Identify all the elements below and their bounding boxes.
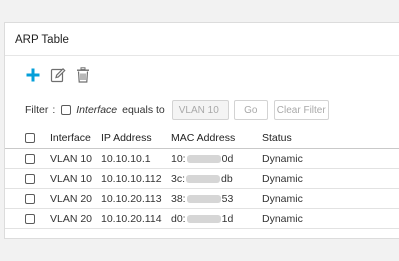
row-checkbox[interactable] xyxy=(25,214,35,224)
add-button[interactable] xyxy=(25,67,41,83)
mac-suffix: 53 xyxy=(221,193,234,205)
filter-field-name: Interface xyxy=(76,104,118,116)
filter-value-input[interactable]: VLAN 10 xyxy=(171,100,229,120)
filter-label: Filter xyxy=(25,104,49,116)
table-row[interactable]: VLAN 20 10.10.20.113 38: 53 Dynamic xyxy=(5,189,399,209)
mac-suffix: 1d xyxy=(221,213,234,225)
panel-title: ARP Table xyxy=(15,34,69,46)
ip-address-cell: 10.10.10.112 xyxy=(101,173,162,185)
filter-operator: equals to xyxy=(122,104,165,116)
redacted-mask xyxy=(186,215,221,223)
mac-address-cell: 10: 0d xyxy=(171,149,233,169)
mac-address-cell: 3c: db xyxy=(171,169,233,189)
column-header-status[interactable]: Status xyxy=(262,127,292,149)
column-header-mac-address[interactable]: MAC Address xyxy=(171,127,235,149)
redacted-mask xyxy=(186,175,221,183)
clear-filter-button[interactable]: Clear Filter xyxy=(273,100,329,120)
toolbar xyxy=(25,66,100,84)
mac-address-cell: d0: 1d xyxy=(171,209,233,229)
select-all-checkbox[interactable] xyxy=(25,133,35,143)
redacted-mask xyxy=(186,155,221,163)
table-row[interactable]: VLAN 10 10.10.10.1 10: 0d Dynamic xyxy=(5,149,399,169)
title-divider xyxy=(5,55,399,56)
status-cell: Dynamic xyxy=(262,213,303,225)
plus-icon xyxy=(26,68,40,82)
status-cell: Dynamic xyxy=(262,193,303,205)
mac-suffix: 0d xyxy=(221,153,234,165)
table-row[interactable]: VLAN 10 10.10.10.112 3c: db Dynamic xyxy=(5,169,399,189)
go-button[interactable]: Go xyxy=(233,100,268,120)
interface-cell: VLAN 10 xyxy=(50,153,93,165)
mac-address-cell: 38: 53 xyxy=(171,189,233,209)
arp-table-panel: ARP Table Filter: Interface equals to V… xyxy=(4,22,399,239)
mac-prefix: 3c: xyxy=(171,173,186,185)
status-cell: Dynamic xyxy=(262,173,303,185)
redacted-mask xyxy=(186,195,221,203)
table-header-row: Interface IP Address MAC Address Status xyxy=(5,127,399,149)
filter-enable-checkbox[interactable] xyxy=(61,105,72,115)
ip-address-cell: 10.10.10.1 xyxy=(101,153,151,165)
mac-prefix: d0: xyxy=(171,213,186,225)
interface-cell: VLAN 10 xyxy=(50,173,93,185)
status-cell: Dynamic xyxy=(262,153,303,165)
mac-suffix: db xyxy=(221,173,233,185)
arp-table: Interface IP Address MAC Address Status … xyxy=(5,127,399,229)
filter-colon: : xyxy=(52,104,56,116)
ip-address-cell: 10.10.20.113 xyxy=(101,193,162,205)
column-header-ip-address[interactable]: IP Address xyxy=(101,127,152,149)
edit-icon xyxy=(50,67,66,83)
row-checkbox[interactable] xyxy=(25,174,35,184)
mac-prefix: 38: xyxy=(171,193,186,205)
trash-icon xyxy=(77,67,89,83)
ip-address-cell: 10.10.20.114 xyxy=(101,213,162,225)
row-checkbox[interactable] xyxy=(25,194,35,204)
filter-row: Filter : Interface equals to VLAN 10 Go … xyxy=(25,99,329,121)
delete-button[interactable] xyxy=(75,67,91,83)
edit-button[interactable] xyxy=(50,67,66,83)
interface-cell: VLAN 20 xyxy=(50,213,93,225)
interface-cell: VLAN 20 xyxy=(50,193,93,205)
row-checkbox[interactable] xyxy=(25,154,35,164)
column-header-interface[interactable]: Interface xyxy=(50,127,91,149)
table-row[interactable]: VLAN 20 10.10.20.114 d0: 1d Dynamic xyxy=(5,209,399,229)
mac-prefix: 10: xyxy=(171,153,186,165)
